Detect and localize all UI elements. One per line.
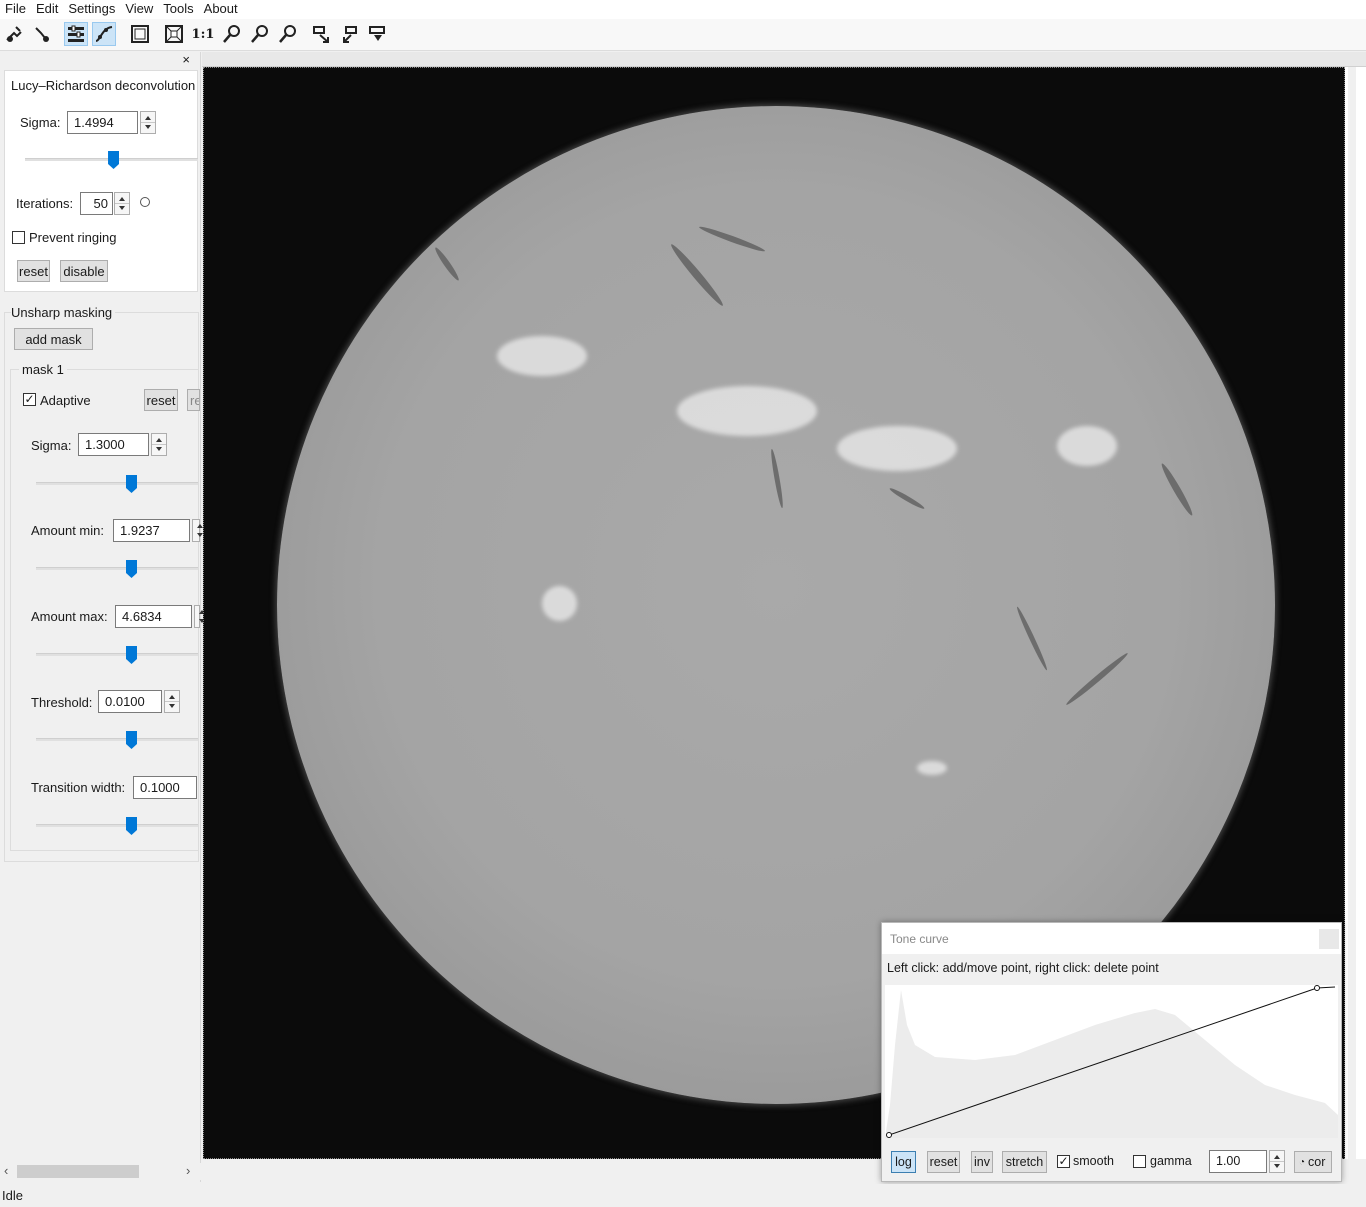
gamma-spinner[interactable] (1269, 1150, 1285, 1173)
tone-curve-hint: Left click: add/move point, right click:… (887, 961, 1159, 975)
lr-iterations-spinner[interactable] (114, 192, 130, 215)
tone-curve-close-button[interactable] (1319, 929, 1339, 949)
us-title: Unsharp masking (11, 305, 116, 320)
gamma-label: gamma (1150, 1154, 1192, 1168)
gamma-input[interactable]: 1.00 (1209, 1150, 1267, 1173)
adaptive-label: Adaptive (40, 393, 91, 408)
amount-min-input[interactable]: 1.9237 (113, 519, 190, 542)
amount-min-label: Amount min: (31, 523, 104, 538)
threshold-label: Threshold: (31, 695, 93, 710)
smooth-checkbox[interactable]: ✓ (1057, 1155, 1070, 1168)
save-image-icon[interactable] (30, 22, 54, 46)
viewport-right-edge (1345, 67, 1366, 1159)
settings-dock: × Lucy–Richardson deconvolution Sigma: 1… (0, 52, 205, 1182)
tone-curve-titlebar[interactable]: Tone curve (882, 923, 1341, 954)
amount-max-input[interactable]: 4.6834 (115, 605, 192, 628)
us-sigma-slider[interactable] (36, 482, 198, 485)
threshold-input[interactable]: 0.0100 (98, 690, 162, 713)
smooth-label: smooth (1073, 1154, 1114, 1168)
correct-button[interactable]: ◔ cor (1294, 1151, 1332, 1173)
align-images-icon[interactable] (310, 22, 334, 46)
prevent-ringing-checkbox[interactable] (12, 231, 25, 244)
menu-view[interactable]: View (120, 0, 158, 19)
scroll-left-icon[interactable]: ‹ (4, 1163, 8, 1178)
tone-reset-button[interactable]: reset (927, 1151, 960, 1173)
mask-1-title: mask 1 (19, 362, 67, 377)
toolbar: 1:1 (0, 19, 1366, 51)
view-header-strip (202, 52, 1366, 67)
tone-curve-window: Tone curve Left click: add/move point, r… (881, 922, 1342, 1182)
us-sigma-input[interactable]: 1.3000 (78, 433, 149, 456)
lr-sigma-spinner[interactable] (140, 111, 156, 134)
menu-file[interactable]: File (0, 0, 31, 19)
tone-curve-plot[interactable] (885, 985, 1338, 1138)
curve-point-end (1314, 985, 1320, 991)
lr-sigma-input[interactable]: 1.4994 (67, 111, 138, 134)
adaptive-checkbox[interactable]: ✓ (23, 393, 36, 406)
transition-width-slider[interactable] (36, 824, 198, 827)
fit-window-icon[interactable] (128, 22, 152, 46)
lr-title: Lucy–Richardson deconvolution (11, 78, 196, 93)
gamma-checkbox[interactable] (1133, 1155, 1146, 1168)
info-icon (140, 197, 150, 207)
open-image-icon[interactable] (2, 22, 26, 46)
us-sigma-label: Sigma: (31, 438, 72, 453)
mask-remove-button[interactable]: re (187, 389, 200, 411)
mask-reset-button[interactable]: reset (144, 389, 178, 411)
menu-tools[interactable]: Tools (158, 0, 198, 19)
invert-button[interactable]: inv (971, 1151, 993, 1173)
tone-curve-icon[interactable] (92, 22, 116, 46)
prevent-ringing-label: Prevent ringing (29, 230, 117, 245)
zoom-out-icon[interactable] (248, 22, 272, 46)
correct-icon: ◔ (1299, 1156, 1306, 1168)
amount-max-spinner[interactable] (194, 605, 205, 628)
batch-icon[interactable] (366, 22, 390, 46)
amount-min-spinner[interactable] (192, 519, 203, 542)
dock-close-button[interactable]: × (182, 52, 190, 67)
status-text: Idle (2, 1188, 23, 1203)
us-sigma-spinner[interactable] (151, 433, 167, 456)
status-bar: Idle (0, 1184, 1366, 1207)
menu-settings[interactable]: Settings (63, 0, 120, 19)
tone-curve-title: Tone curve (890, 932, 949, 946)
fit-window-alt-icon[interactable] (162, 22, 186, 46)
menu-about[interactable]: About (199, 0, 243, 19)
threshold-spinner[interactable] (164, 690, 180, 713)
tone-curve-graph[interactable] (885, 985, 1338, 1138)
dock-horizontal-scrollbar[interactable]: ‹ › (0, 1163, 201, 1180)
transition-width-label: Transition width: (31, 780, 126, 795)
amount-max-label: Amount max: (31, 609, 108, 624)
lr-iterations-label: Iterations: (16, 196, 74, 211)
transition-width-input[interactable]: 0.1000 (133, 776, 197, 799)
zoom-in-icon[interactable] (220, 22, 244, 46)
zoom-1-1-button[interactable]: 1:1 (191, 22, 215, 46)
menu-bar: File Edit Settings View Tools About (0, 0, 1366, 19)
lr-group (4, 70, 198, 292)
toggle-settings-icon[interactable] (64, 22, 88, 46)
export-icon[interactable] (338, 22, 362, 46)
correct-label: cor (1308, 1155, 1326, 1169)
lr-sigma-label: Sigma: (20, 115, 61, 130)
threshold-slider[interactable] (36, 738, 198, 741)
stretch-button[interactable]: stretch (1002, 1151, 1047, 1173)
scroll-right-icon[interactable]: › (186, 1163, 190, 1178)
vertical-scrollbar[interactable] (1348, 67, 1356, 1159)
log-toggle-button[interactable]: log (891, 1151, 916, 1173)
zoom-fit-icon[interactable] (276, 22, 300, 46)
curve-point-start (886, 1132, 892, 1138)
add-mask-button[interactable]: add mask (14, 328, 93, 350)
histogram (885, 990, 1338, 1138)
amount-min-slider[interactable] (36, 567, 198, 570)
lr-reset-button[interactable]: reset (17, 260, 50, 282)
amount-max-slider[interactable] (36, 653, 198, 656)
menu-edit[interactable]: Edit (31, 0, 63, 19)
scrollbar-thumb[interactable] (17, 1165, 139, 1178)
lr-iterations-input[interactable]: 50 (80, 192, 113, 215)
lr-disable-button[interactable]: disable (60, 260, 108, 282)
